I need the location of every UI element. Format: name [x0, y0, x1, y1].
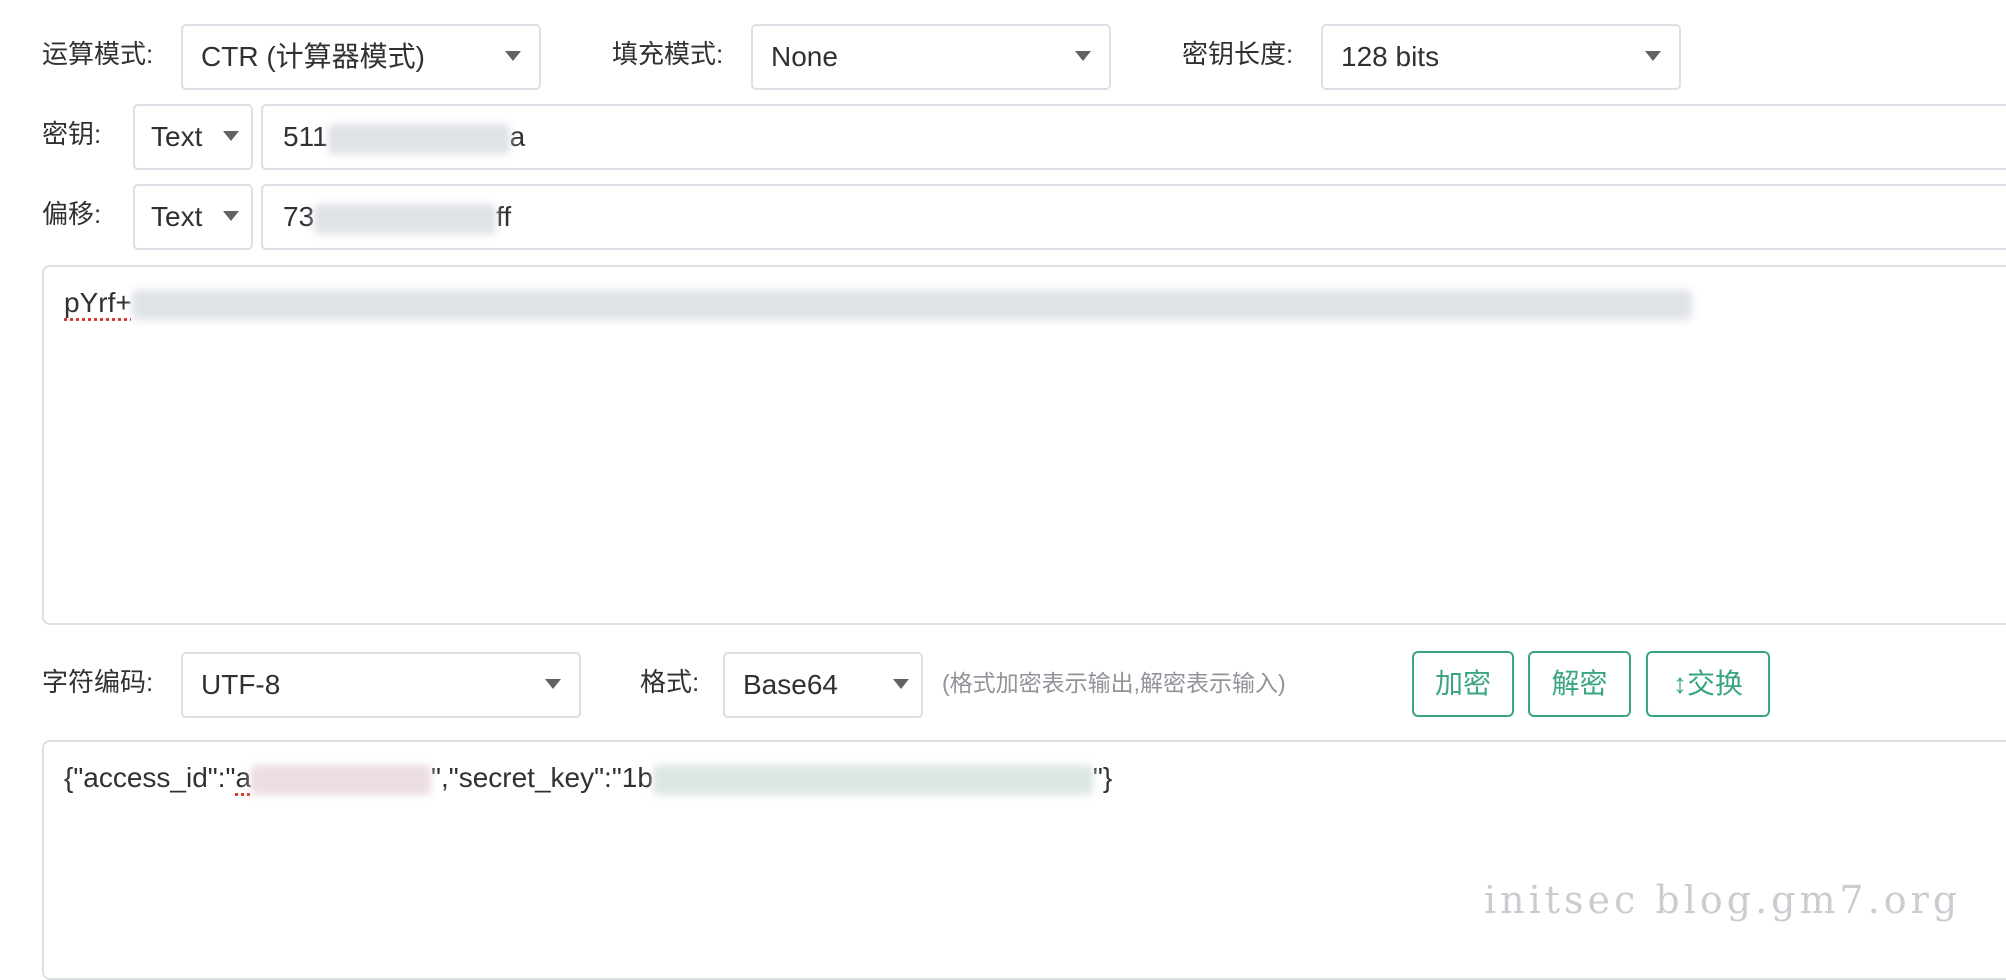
charset-label: 字符编码:	[42, 666, 153, 698]
key-length-label: 密钥长度:	[1182, 38, 1293, 70]
charset-value: UTF-8	[201, 654, 280, 716]
chevron-down-icon	[1075, 51, 1091, 61]
watermark: initsec blog.gm7.org	[1484, 878, 1961, 922]
chevron-down-icon	[223, 211, 239, 221]
key-length-select[interactable]: 128 bits	[1321, 24, 1681, 90]
key-input[interactable]: 511 a	[261, 104, 2006, 170]
input-textarea[interactable]: pYrf+	[42, 265, 2006, 625]
redacted-block	[653, 765, 1093, 795]
charset-select[interactable]: UTF-8	[181, 652, 581, 718]
encrypt-button[interactable]: 加密	[1412, 651, 1514, 717]
key-length-value: 128 bits	[1341, 26, 1439, 88]
swap-vertical-icon: ↕	[1673, 668, 1687, 699]
padding-label: 填充模式:	[612, 38, 723, 70]
key-value: 511 a	[283, 106, 525, 168]
padding-value: None	[771, 26, 838, 88]
chevron-down-icon	[505, 51, 521, 61]
padding-select[interactable]: None	[751, 24, 1111, 90]
decrypt-button[interactable]: 解密	[1528, 651, 1631, 717]
format-value: Base64	[743, 654, 838, 716]
offset-input[interactable]: 73 ff	[261, 184, 2006, 250]
key-type-value: Text	[151, 106, 202, 168]
mode-label: 运算模式:	[42, 38, 153, 70]
redacted-block	[132, 290, 1692, 320]
redacted-block	[314, 204, 496, 234]
format-select[interactable]: Base64	[723, 652, 923, 718]
key-type-select[interactable]: Text	[133, 104, 253, 170]
output-textarea[interactable]: {"access_id":"a ","secret_key":"1b "}	[42, 740, 2006, 980]
swap-label: 交换	[1687, 668, 1743, 699]
input-text: pYrf+	[64, 285, 1692, 321]
chevron-down-icon	[1645, 51, 1661, 61]
chevron-down-icon	[223, 131, 239, 141]
chevron-down-icon	[545, 679, 561, 689]
offset-value: 73 ff	[283, 186, 511, 248]
offset-type-value: Text	[151, 186, 202, 248]
chevron-down-icon	[893, 679, 909, 689]
format-label: 格式:	[640, 666, 699, 698]
redacted-block	[251, 765, 431, 795]
mode-select[interactable]: CTR (计算器模式)	[181, 24, 541, 90]
key-label: 密钥:	[42, 118, 101, 150]
mode-value: CTR (计算器模式)	[201, 26, 425, 88]
output-text: {"access_id":"a ","secret_key":"1b "}	[64, 760, 1112, 796]
format-hint: (格式加密表示输出,解密表示输入)	[942, 668, 1286, 698]
redacted-block	[328, 124, 510, 154]
swap-button[interactable]: ↕交换	[1646, 651, 1770, 717]
offset-type-select[interactable]: Text	[133, 184, 253, 250]
offset-label: 偏移:	[42, 198, 101, 230]
